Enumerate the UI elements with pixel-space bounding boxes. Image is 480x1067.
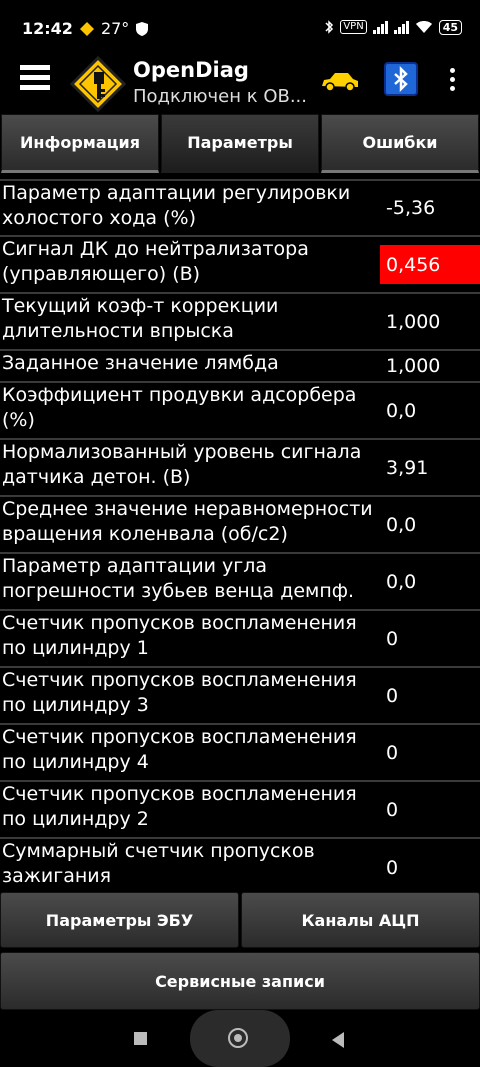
param-value: 0,0 [386, 570, 417, 593]
table-row[interactable]: Суммарный счетчик пропусков зажигания 0 [0, 839, 480, 891]
car-icon[interactable] [320, 70, 360, 92]
status-left: 12:42 27° [22, 19, 149, 38]
table-row[interactable]: Счетчик пропусков воспламенения по цилин… [0, 611, 480, 668]
param-name: Параметр адаптации угла погрешности зубь… [2, 555, 355, 602]
param-name: Текущий коэф-т коррекции длительности вп… [2, 295, 279, 342]
param-value: 0,0 [386, 513, 417, 536]
menu-icon[interactable] [20, 65, 50, 95]
table-row[interactable]: Параметр адаптации регулировки холостого… [0, 181, 480, 237]
system-nav-bar [0, 1010, 480, 1067]
table-row[interactable]: Нормализованный уровень сигнала датчика … [0, 440, 480, 497]
more-options-icon[interactable] [448, 68, 456, 94]
bluetooth-icon [394, 65, 408, 93]
home-icon [228, 1028, 248, 1048]
param-name: Заданное значение лямбда [2, 352, 279, 374]
param-value: -5,36 [386, 197, 436, 219]
connection-status: Подключен к OB... [133, 86, 307, 107]
app-notification-icon [79, 21, 94, 36]
signal-icon-2 [393, 20, 409, 34]
param-value: 0 [386, 798, 399, 821]
ecu-params-button[interactable]: Параметры ЭБУ [0, 892, 239, 948]
param-value: 3,91 [386, 456, 429, 479]
table-row-partial [0, 173, 480, 181]
param-name: Сигнал ДК до нейтрализатора (управляющег… [2, 238, 309, 285]
bluetooth-status-icon [325, 20, 334, 34]
table-row[interactable]: Среднее значение неравномерности вращени… [0, 497, 480, 554]
table-row[interactable]: Сигнал ДК до нейтрализатора (управляющег… [0, 237, 480, 294]
param-name: Нормализованный уровень сигнала датчика … [2, 441, 362, 488]
param-value: 0,0 [386, 399, 417, 422]
app-title: OpenDiag [133, 58, 249, 82]
param-value: 0 [386, 741, 399, 764]
app-bar: OpenDiag Подключен к OB... [0, 56, 480, 114]
service-records-button[interactable]: Сервисные записи [0, 952, 480, 1010]
battery-icon: 45 [438, 19, 462, 35]
param-name: Суммарный счетчик пропусков зажигания [2, 840, 315, 887]
param-name: Счетчик пропусков воспламенения по цилин… [2, 612, 357, 659]
shield-icon [136, 21, 149, 36]
signal-icon [372, 20, 388, 34]
parameters-list[interactable]: Параметр адаптации регулировки холостого… [0, 173, 480, 891]
table-row[interactable]: Счетчик пропусков воспламенения по цилин… [0, 725, 480, 782]
wifi-icon [415, 21, 432, 33]
table-row[interactable]: Счетчик пропусков воспламенения по цилин… [0, 782, 480, 839]
tab-information[interactable]: Информация [1, 114, 159, 173]
table-row[interactable]: Коэффициент продувки адсорбера (%) 0,0 [0, 383, 480, 440]
param-value-alert: 0,456 [380, 245, 480, 284]
bottom-service-row: Сервисные записи [0, 952, 480, 1010]
bottom-buttons-row: Параметры ЭБУ Каналы АЦП [0, 892, 480, 948]
adc-channels-button[interactable]: Каналы АЦП [241, 892, 480, 948]
param-value: 0 [386, 627, 399, 650]
param-value: 1,000 [386, 310, 441, 333]
table-row[interactable]: Счетчик пропусков воспламенения по цилин… [0, 668, 480, 725]
table-row[interactable]: Текущий коэф-т коррекции длительности вп… [0, 294, 480, 351]
home-button[interactable] [190, 1010, 290, 1067]
status-bar: 12:42 27° VPN 45 [0, 0, 480, 56]
status-right: VPN 45 [324, 19, 462, 35]
param-value: 1,000 [386, 355, 441, 377]
table-row[interactable]: Заданное значение лямбда 1,000 [0, 351, 480, 383]
param-name: Среднее значение неравномерности вращени… [2, 498, 373, 545]
vpn-badge: VPN [340, 20, 367, 34]
param-value: 0 [386, 684, 399, 707]
tab-errors[interactable]: Ошибки [321, 114, 479, 173]
status-temperature: 27° [100, 19, 130, 38]
tab-parameters[interactable]: Параметры [161, 114, 319, 173]
param-name: Счетчик пропусков воспламенения по цилин… [2, 783, 357, 830]
tab-bar: Информация Параметры Ошибки [0, 114, 480, 173]
param-name: Коэффициент продувки адсорбера (%) [2, 384, 357, 431]
bluetooth-button[interactable] [384, 62, 418, 96]
status-time: 12:42 [22, 19, 73, 38]
table-row[interactable]: Параметр адаптации угла погрешности зубь… [0, 554, 480, 611]
param-name: Счетчик пропусков воспламенения по цилин… [2, 726, 357, 773]
param-name: Параметр адаптации регулировки холостого… [2, 182, 351, 229]
param-value: 0 [386, 856, 399, 879]
back-icon[interactable] [332, 1032, 344, 1048]
recents-icon[interactable] [134, 1032, 147, 1045]
app-logo-icon [70, 56, 126, 112]
param-name: Счетчик пропусков воспламенения по цилин… [2, 669, 357, 716]
